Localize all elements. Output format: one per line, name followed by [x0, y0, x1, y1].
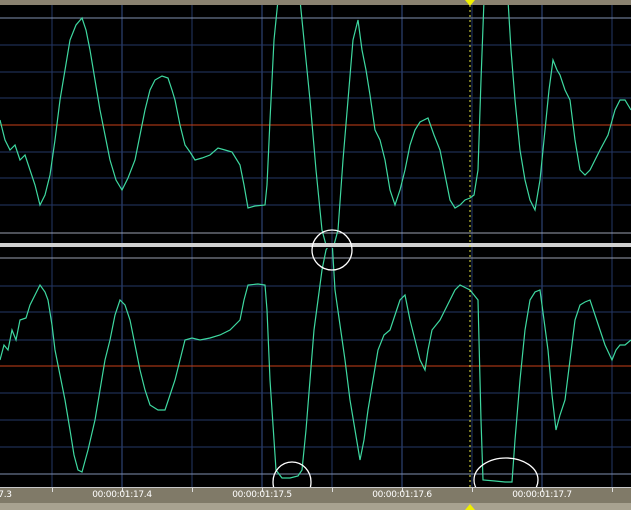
- ruler-tick: [192, 488, 193, 492]
- annotation-circles: [272, 229, 539, 487]
- annotation-circle-bottom-right: [473, 457, 539, 487]
- top-channel-waveform: [0, 5, 631, 243]
- waveform-view[interactable]: [0, 5, 631, 487]
- time-ruler[interactable]: 7.3 00:00:01:17.4 00:00:01:17.5 00:00:01…: [0, 487, 631, 504]
- ruler-label: 00:00:01:17.4: [92, 490, 152, 500]
- ruler-label: 00:00:01:17.6: [372, 490, 432, 500]
- ruler-label: 00:00:01:17.7: [512, 490, 572, 500]
- ruler-tick: [332, 488, 333, 492]
- ruler-label: 00:00:01:17.5: [232, 490, 292, 500]
- ruler-tick: [612, 488, 613, 492]
- playhead-bottom-marker[interactable]: [465, 504, 475, 510]
- bottom-bar: [0, 503, 631, 510]
- bottom-channel-waveform: [0, 248, 631, 483]
- ruler-tick: [472, 488, 473, 492]
- channel-separator[interactable]: [0, 243, 631, 247]
- ruler-label: 7.3: [0, 490, 12, 500]
- waveform-editor: 7.3 00:00:01:17.4 00:00:01:17.5 00:00:01…: [0, 0, 631, 510]
- ruler-tick: [52, 488, 53, 492]
